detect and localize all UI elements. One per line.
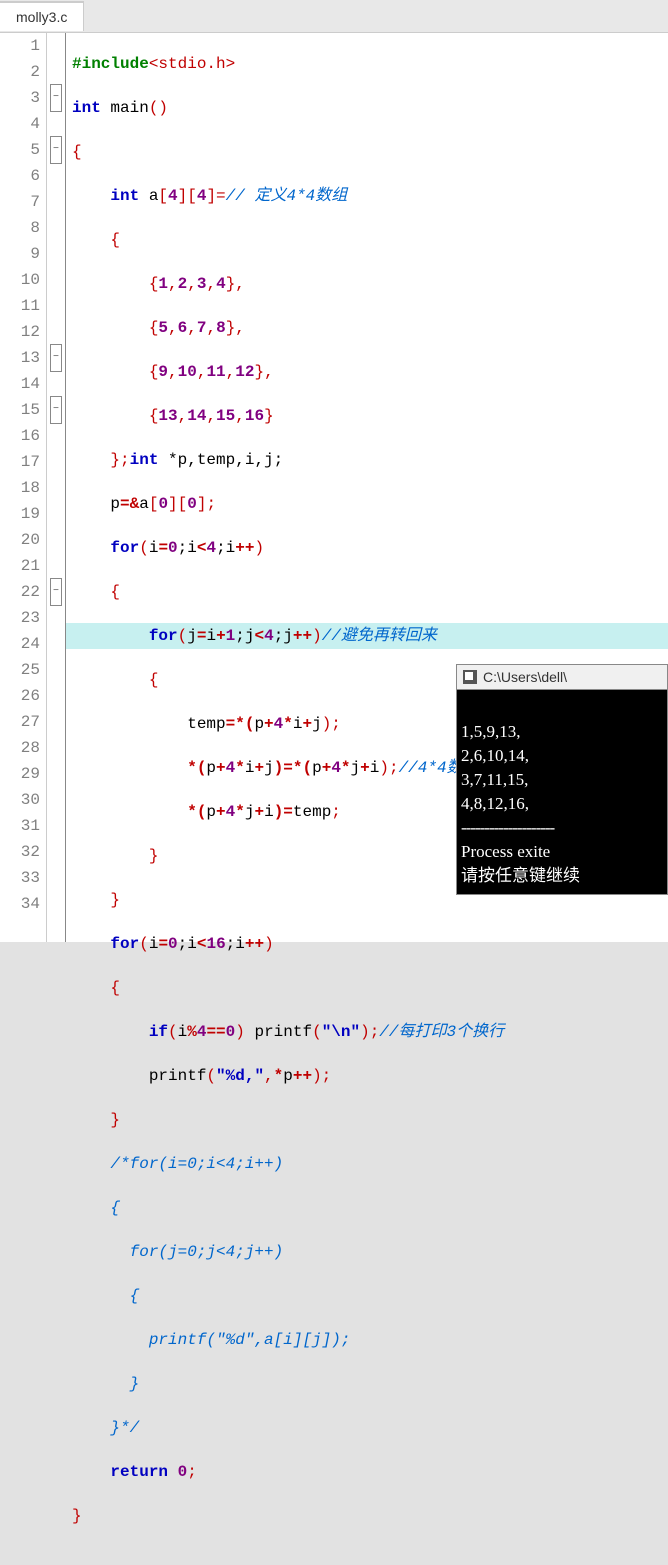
block-comment: /*for(i=0;i<4;i++) <box>110 1155 283 1173</box>
line-gutter: 1234567891011121314151617181920212223242… <box>0 33 47 942</box>
fold-toggle[interactable]: − <box>50 578 62 606</box>
fn-main: main <box>110 99 148 117</box>
console-titlebar[interactable]: C:\Users\dell\ <box>457 665 667 690</box>
include-file: <stdio.h> <box>149 55 235 73</box>
comment: //每打印3个换行 <box>379 1023 504 1041</box>
fold-toggle[interactable]: − <box>50 396 62 424</box>
fold-column: − − − − − <box>47 33 66 942</box>
file-tab[interactable]: molly3.c <box>0 1 84 31</box>
comment: //避免再转回来 <box>322 627 437 645</box>
highlighted-line: for(j=i+1;j<4;j++)//避免再转回来 <box>66 623 668 649</box>
console-icon <box>463 670 477 684</box>
fold-toggle[interactable]: − <box>50 344 62 372</box>
comment: // 定义4*4数组 <box>226 187 348 205</box>
console-title-text: C:\Users\dell\ <box>483 669 567 685</box>
console-window[interactable]: C:\Users\dell\ 1,5,9,13, 2,6,10,14, 3,7,… <box>456 664 668 895</box>
kw-int: int <box>72 99 101 117</box>
fold-toggle[interactable]: − <box>50 136 62 164</box>
preprocessor: #include <box>72 55 149 73</box>
tab-bar: molly3.c <box>0 0 668 33</box>
fold-toggle[interactable]: − <box>50 84 62 112</box>
console-output: 1,5,9,13, 2,6,10,14, 3,7,11,15, 4,8,12,1… <box>457 690 667 894</box>
